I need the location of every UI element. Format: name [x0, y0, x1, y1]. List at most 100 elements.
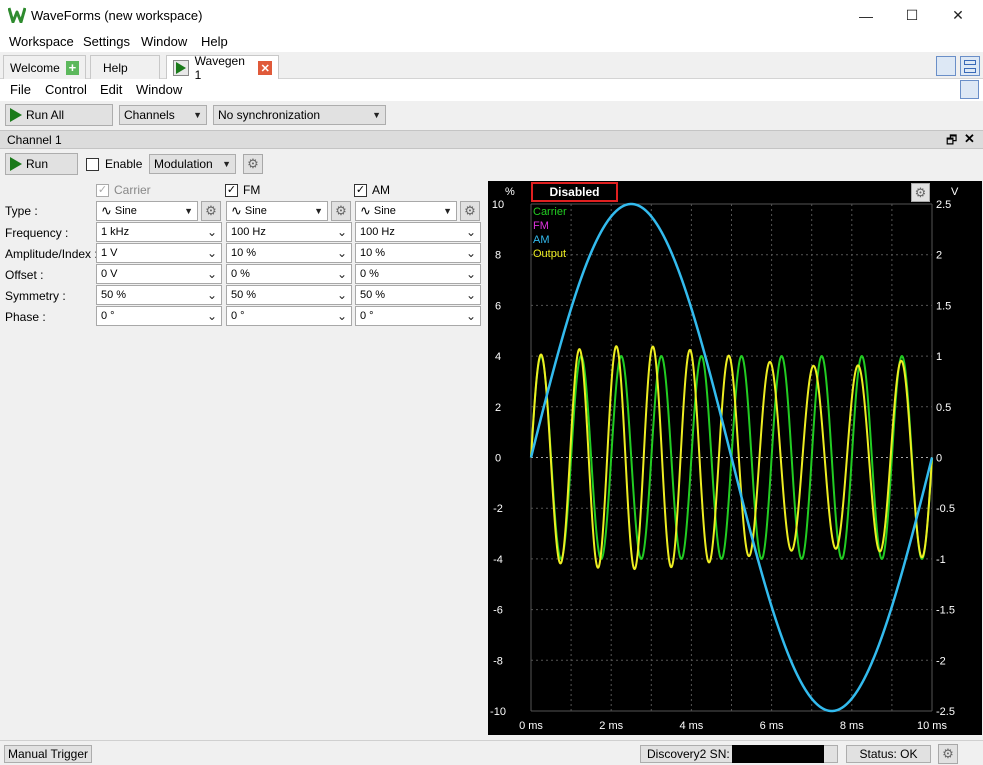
am-amplitude-value: 10 % [360, 247, 386, 259]
y-right-tick-label: -1 [936, 554, 946, 566]
fm-type-select[interactable]: ∿ Sine ▼ [226, 201, 328, 221]
status-bar: Manual Trigger Discovery2 SN: Status: OK… [0, 740, 983, 765]
y-left-tick-label: -10 [490, 706, 506, 718]
fm-column-header[interactable]: ✓ FM [225, 183, 260, 197]
carrier-frequency-select[interactable]: 1 kHz ⌄ [96, 222, 222, 242]
am-phase-select[interactable]: 0 ° ⌄ [355, 306, 481, 326]
layout-split-icon[interactable] [960, 56, 980, 76]
am-frequency-value: 100 Hz [360, 226, 395, 238]
tab-welcome[interactable]: Welcome + [3, 55, 86, 79]
menu-window[interactable]: Window [141, 34, 187, 49]
tab-help[interactable]: Help [90, 55, 160, 79]
am-type-value: Sine [373, 205, 396, 217]
y-right-tick-label: 2.5 [936, 199, 951, 211]
gear-icon[interactable]: ⚙ [201, 201, 221, 221]
legend-fm: FM [533, 220, 549, 232]
sine-wave-icon: ∿ [360, 203, 371, 218]
y-left-tick-label: 2 [495, 402, 501, 414]
am-checkbox[interactable]: ✓ [354, 183, 367, 197]
menu-settings[interactable]: Settings [83, 34, 130, 49]
chevron-down-icon: ⌄ [206, 225, 217, 239]
chevron-down-icon: ⌄ [336, 288, 347, 302]
carrier-amplitude-value: 1 V [101, 247, 118, 259]
waveform-chart[interactable]: 0 ms 2 ms 4 ms 6 ms 8 ms 10 ms1086420-2-4-6-8… [488, 181, 982, 735]
fm-amplitude-select[interactable]: 10 % ⌄ [226, 243, 352, 263]
amplitude-label: Amplitude/Index : [5, 247, 98, 261]
carrier-phase-select[interactable]: 0 ° ⌄ [96, 306, 222, 326]
fm-checkbox[interactable]: ✓ [225, 183, 238, 197]
x-tick-label: 2 ms [599, 720, 623, 732]
close-button[interactable]: ✕ [935, 0, 981, 31]
run-all-button[interactable]: Run All [5, 104, 113, 126]
y-left-tick-label: 6 [495, 300, 501, 312]
dock-icon[interactable] [960, 80, 979, 99]
device-selector[interactable]: Discovery2 SN: [640, 745, 838, 763]
status-gear-icon[interactable]: ⚙ [938, 744, 958, 764]
menu-edit[interactable]: Edit [100, 82, 122, 97]
run-button[interactable]: Run [5, 153, 78, 175]
am-column-header[interactable]: ✓ AM [354, 183, 390, 197]
legend-carrier: Carrier [533, 206, 567, 218]
menu-workspace[interactable]: Workspace [9, 34, 74, 49]
gear-icon[interactable]: ⚙ [460, 201, 480, 221]
carrier-checkbox[interactable]: ✓ [96, 183, 109, 197]
carrier-column-header[interactable]: ✓ Carrier [96, 183, 151, 197]
gear-icon[interactable]: ⚙ [243, 154, 263, 174]
am-type-select[interactable]: ∿ Sine ▼ [355, 201, 457, 221]
y-left-tick-label: 8 [495, 250, 501, 262]
close-panel-icon[interactable]: ✕ [964, 131, 975, 147]
mode-dropdown[interactable]: Modulation ▼ [149, 154, 236, 174]
channels-value: Channels [124, 108, 175, 122]
chevron-down-icon: ▼ [222, 159, 231, 169]
chevron-down-icon: ⌄ [336, 309, 347, 323]
sine-wave-icon: ∿ [101, 203, 112, 218]
enable-label: Enable [105, 157, 143, 171]
synchronization-dropdown[interactable]: No synchronization ▼ [213, 105, 386, 125]
fm-offset-select[interactable]: 0 % ⌄ [226, 264, 352, 284]
fm-frequency-value: 100 Hz [231, 226, 266, 238]
maximize-button[interactable]: ☐ [889, 0, 935, 31]
tab-wavegen[interactable]: Wavegen 1 ✕ [166, 54, 279, 82]
chevron-down-icon: ⌄ [465, 309, 476, 323]
fm-frequency-select[interactable]: 100 Hz ⌄ [226, 222, 352, 242]
minimize-button[interactable]: — [843, 0, 889, 31]
checkbox-box[interactable] [86, 157, 99, 171]
menu-help[interactable]: Help [201, 34, 228, 49]
channels-dropdown[interactable]: Channels ▼ [119, 105, 207, 125]
am-symmetry-select[interactable]: 50 % ⌄ [355, 285, 481, 305]
play-icon [10, 108, 22, 122]
chevron-down-icon: ⌄ [336, 225, 347, 239]
fm-phase-select[interactable]: 0 ° ⌄ [226, 306, 352, 326]
restore-icon[interactable]: 🗗 [946, 131, 957, 152]
close-tab-icon[interactable]: ✕ [258, 61, 272, 75]
menu-bar: Workspace Settings Window Help [0, 31, 983, 52]
frequency-label: Frequency : [5, 226, 69, 240]
manual-trigger-button[interactable]: Manual Trigger [4, 745, 92, 763]
am-amplitude-select[interactable]: 10 % ⌄ [355, 243, 481, 263]
fm-symmetry-select[interactable]: 50 % ⌄ [226, 285, 352, 305]
offset-label: Offset : [5, 268, 44, 282]
gear-icon[interactable]: ⚙ [331, 201, 351, 221]
carrier-amplitude-select[interactable]: 1 V ⌄ [96, 243, 222, 263]
menu-control[interactable]: Control [45, 82, 87, 97]
plot-gear-icon[interactable]: ⚙ [911, 183, 930, 202]
add-icon[interactable]: + [65, 60, 79, 75]
play-icon [10, 157, 22, 171]
am-frequency-select[interactable]: 100 Hz ⌄ [355, 222, 481, 242]
menu-file[interactable]: File [10, 82, 31, 97]
status-indicator: Disabled [531, 182, 618, 202]
carrier-symmetry-select[interactable]: 50 % ⌄ [96, 285, 222, 305]
menu-inner-window[interactable]: Window [136, 82, 182, 97]
enable-checkbox[interactable]: Enable [86, 157, 142, 171]
chevron-down-icon: ▼ [184, 206, 193, 216]
carrier-type-select[interactable]: ∿ Sine ▼ [96, 201, 198, 221]
am-offset-select[interactable]: 0 % ⌄ [355, 264, 481, 284]
chevron-down-icon: ▼ [314, 206, 323, 216]
carrier-offset-value: 0 V [101, 268, 118, 280]
layout-tabs-icon[interactable] [936, 56, 956, 76]
right-unit-label: V [951, 186, 959, 198]
carrier-offset-select[interactable]: 0 V ⌄ [96, 264, 222, 284]
status-indicator-ok[interactable]: Status: OK [846, 745, 931, 763]
toolbar: Run All Channels ▼ No synchronization ▼ [0, 101, 983, 129]
chevron-down-icon: ⌄ [336, 267, 347, 281]
